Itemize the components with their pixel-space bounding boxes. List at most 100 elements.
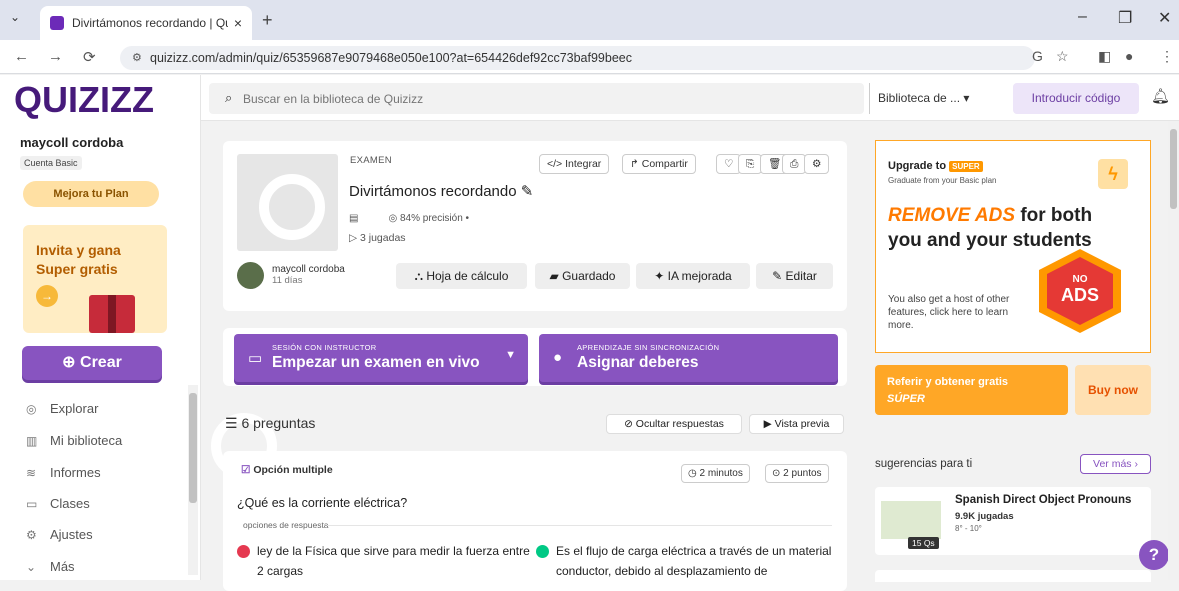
time-tag[interactable]: ◷ 2 minutos (681, 464, 750, 483)
create-button[interactable]: ⊕ Crear (22, 346, 162, 380)
scrollbar-thumb[interactable] (189, 393, 277, 503)
print-button[interactable]: ⎙ (782, 154, 807, 174)
author-time: 11 días (272, 275, 303, 286)
incorrect-dot-icon (237, 545, 250, 558)
scrollbar-thumb[interactable] (1170, 129, 1177, 209)
reports-icon: ≋ (26, 465, 37, 480)
sidebar-item-reports[interactable]: ≋ Informes (26, 465, 101, 480)
points-tag[interactable]: ⊙ 2 puntos (765, 464, 829, 483)
restore-icon[interactable]: ❐ (1118, 8, 1132, 28)
edit-pencil-icon[interactable]: ✎ (521, 183, 534, 200)
help-button[interactable]: ? (1139, 540, 1169, 570)
points-text: 2 puntos (783, 468, 822, 479)
enter-code-button[interactable]: Introducir código (1013, 83, 1139, 114)
google-icon[interactable]: G (1032, 48, 1043, 64)
ai-label: IA mejorada (667, 269, 732, 283)
bell-icon[interactable]: 🔔︎ (1151, 87, 1170, 105)
invite-card[interactable]: Invita y gana Super gratis → (23, 225, 167, 333)
question-count: ☰ 6 preguntas (225, 415, 315, 432)
share-icon: ↱ (630, 158, 639, 170)
lightning-icon: ϟ (1098, 159, 1128, 189)
sidebar-item-label: Más (50, 559, 75, 574)
sidebar-item-settings[interactable]: ⚙ Ajustes (26, 527, 93, 542)
site-info-icon[interactable]: ⚙ (132, 46, 142, 70)
play-options-card: ▭ SESIÓN CON INSTRUCTOR Empezar un exame… (223, 328, 847, 386)
library-select[interactable]: Biblioteca de ... ▾ (869, 83, 981, 114)
back-icon[interactable]: ← (14, 48, 29, 65)
sidebar-item-explore[interactable]: ◎ Explorar (26, 401, 98, 416)
plan-badge: Cuenta Basic (20, 156, 82, 170)
plays-meta: ▷ 3 jugadas (349, 232, 406, 244)
sidepanel-icon[interactable]: ◧ (1098, 48, 1111, 65)
avatar[interactable] (237, 262, 264, 289)
ad-subtext: You also get a host of other features, c… (888, 294, 1010, 331)
suggestion-card[interactable] (875, 570, 1151, 582)
preview-button[interactable]: ▶ Vista previa (749, 414, 844, 434)
embed-button[interactable]: </> Integrar (539, 154, 610, 174)
buy-now-button[interactable]: Buy now (1075, 365, 1151, 415)
minimize-icon[interactable]: – (1078, 8, 1087, 26)
saved-button[interactable]: ▰ Guardado (535, 263, 630, 289)
list-icon: ☰ (225, 415, 238, 431)
settings-button[interactable]: ⚙ (804, 154, 830, 174)
search-icon: ⌕ (225, 90, 233, 105)
search-input[interactable] (243, 83, 843, 114)
ai-enhanced-button[interactable]: ✦ IA mejorada (636, 263, 750, 289)
edit-icon: ✎ (772, 269, 783, 283)
upgrade-ad[interactable]: Upgrade to SUPER Graduate from your Basi… (875, 140, 1151, 353)
suggestion-card[interactable]: 15 Qs Spanish Direct Object Pronouns 9.9… (875, 487, 1151, 555)
profile-icon[interactable]: ● (1125, 48, 1133, 64)
hide-answers-button[interactable]: ⊘ Ocultar respuestas (606, 414, 742, 434)
see-more-label: Ver más (1093, 458, 1132, 470)
embed-label: Integrar (565, 158, 602, 170)
arrow-right-icon[interactable]: → (36, 285, 58, 307)
sidebar-scrollbar[interactable] (188, 385, 277, 575)
sidebar-item-label: Ajustes (50, 527, 93, 542)
close-tab-icon[interactable]: × (234, 15, 242, 31)
accuracy-icon: ◎ (388, 213, 398, 224)
duplicate-button[interactable]: ⎘ (738, 154, 763, 174)
menu-dots-icon[interactable]: ⋮ (1160, 48, 1174, 65)
edit-button[interactable]: ✎ Editar (756, 263, 833, 289)
check-circle-icon: ⊙ (772, 468, 781, 479)
settings-icon: ⚙ (26, 527, 37, 542)
see-more-button[interactable]: Ver más › (1080, 454, 1151, 474)
browser-tabbar: ⌄ Divirtámonos recordando | Qu × + – ❐ ✕ (0, 0, 1179, 40)
sidebar-item-label: Informes (50, 465, 101, 480)
tab-list-chevron-icon[interactable]: ⌄ (10, 10, 20, 24)
quiz-title-text: Divirtámonos recordando (349, 183, 517, 200)
sidebar-item-classes[interactable]: ▭ Clases (26, 496, 90, 511)
plays-text: 3 jugadas (360, 232, 406, 244)
close-window-icon[interactable]: ✕ (1158, 8, 1171, 28)
browser-tab[interactable]: Divirtámonos recordando | Qu × (40, 6, 252, 40)
question-card: ☑ Opción multiple ◷ 2 minutos ⊙ 2 puntos… (223, 451, 847, 591)
sidebar-item-library[interactable]: ▥ Mi biblioteca (26, 433, 122, 448)
chevron-down-icon: ⌄ (26, 559, 37, 574)
ad-headline-highlight: REMOVE ADS (888, 205, 1016, 226)
library-icon: ▥ (26, 433, 38, 448)
spreadsheet-button[interactable]: ⛬ Hoja de cálculo (396, 263, 527, 289)
share-button[interactable]: ↱ Compartir (622, 154, 696, 174)
sidebar-item-label: Clases (50, 496, 90, 511)
heart-icon: ♡ (724, 158, 734, 170)
forward-icon[interactable]: → (48, 48, 63, 65)
suggestion-plays: 9.9K jugadas (955, 511, 1014, 522)
options-label: opciones de respuesta (243, 520, 329, 530)
quizizz-logo[interactable]: QUIZIZZ (14, 79, 154, 121)
start-live-button[interactable]: ▭ SESIÓN CON INSTRUCTOR Empezar un exame… (234, 334, 528, 382)
sidebar-item-more[interactable]: ⌄ Más (26, 559, 75, 574)
author-info: maycoll cordoba 11 días (272, 264, 345, 286)
caret-down-icon[interactable]: ▼ (505, 349, 516, 361)
upgrade-plan-button[interactable]: Mejora tu Plan (23, 181, 159, 207)
tab-title: Divirtámonos recordando | Qu (72, 16, 228, 30)
main-scrollbar[interactable] (1168, 121, 1179, 580)
assign-homework-button[interactable]: ● APRENDIZAJE SIN SINCRONIZACIÓN Asignar… (539, 334, 838, 382)
new-tab-icon[interactable]: + (262, 10, 273, 31)
refer-button[interactable]: Referir y obtener gratis SÚPER (875, 365, 1068, 415)
answer-option-text: Es el flujo de carga eléctrica a través … (556, 544, 832, 578)
super-tag: SUPER (949, 161, 983, 172)
live-label: Empezar un examen en vivo (272, 354, 480, 371)
reload-icon[interactable]: ⟳ (83, 48, 96, 66)
bookmark-star-icon[interactable]: ☆ (1056, 48, 1069, 65)
url-field[interactable]: ⚙ quizizz.com/admin/quiz/65359687e907946… (120, 46, 1035, 70)
